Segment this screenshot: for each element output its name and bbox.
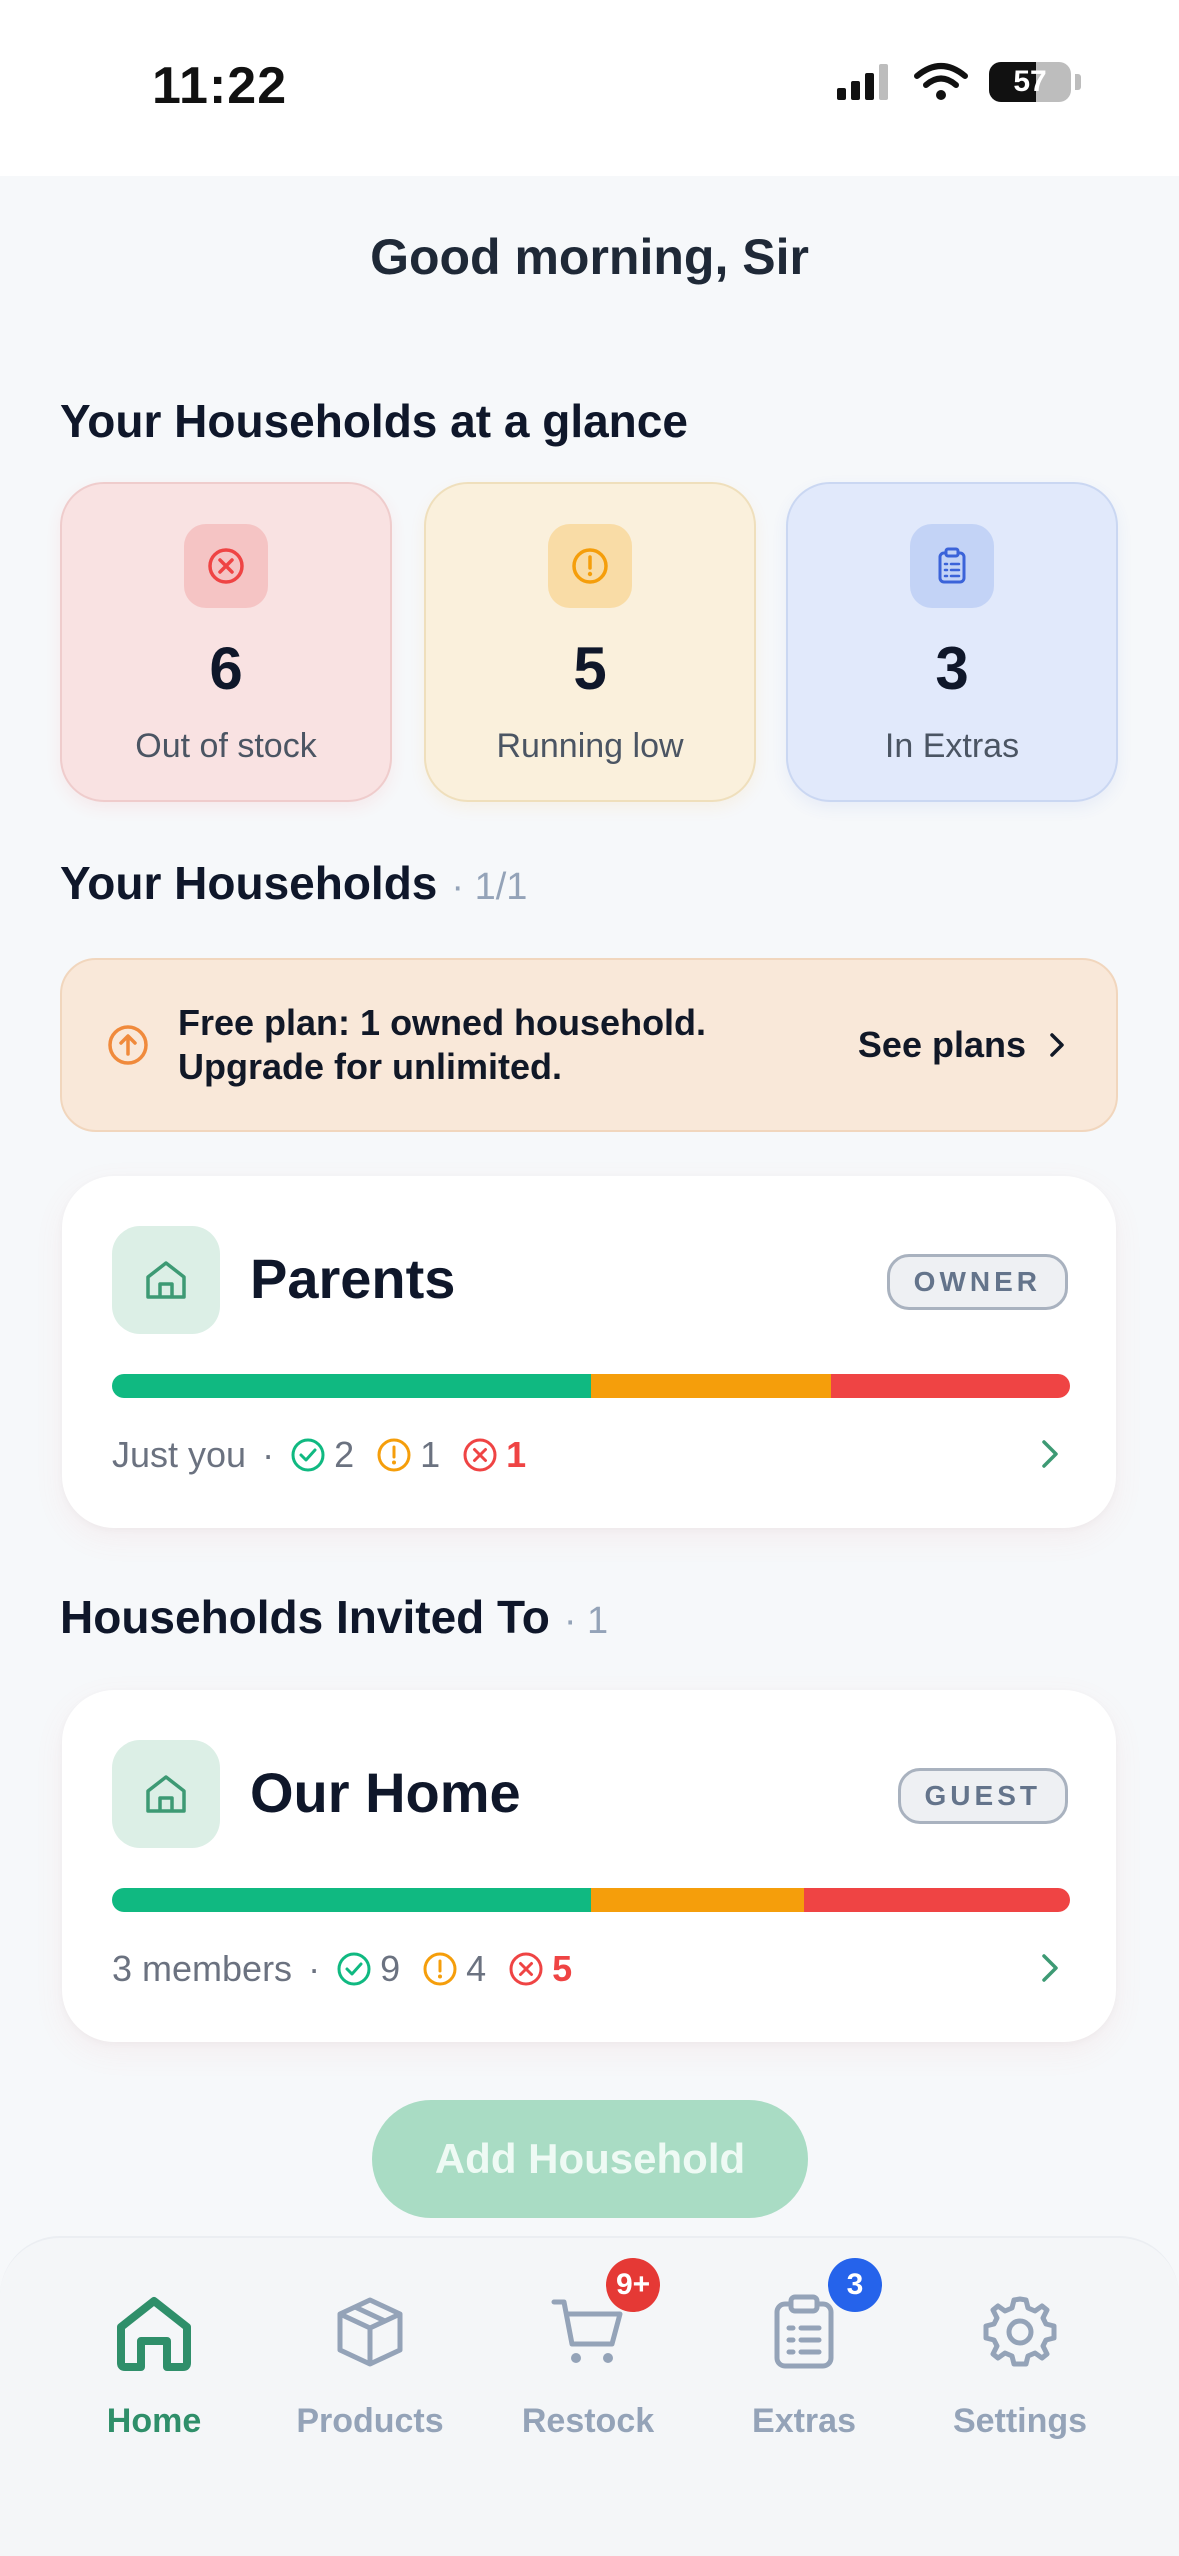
box-icon	[337, 2297, 403, 2367]
household-avatar	[112, 1226, 220, 1334]
restock-badge: 9+	[606, 2258, 661, 2312]
invited-title: Households Invited To · 1	[60, 1591, 609, 1643]
banner-text: Free plan: 1 owned household. Upgrade fo…	[178, 1002, 707, 1087]
stat-label: Running low	[496, 727, 684, 765]
x-circle-icon	[509, 1952, 543, 1986]
chevron-right-icon	[1050, 1033, 1064, 1057]
household-avatar	[112, 1740, 220, 1848]
status-time: 11:22	[152, 57, 288, 115]
alert-circle-icon	[572, 548, 608, 584]
stock-bar	[112, 1374, 1070, 1398]
add-household-button[interactable]: Add Household	[372, 2100, 808, 2218]
stock-bar	[112, 1888, 1070, 1912]
extras-badge: 3	[828, 2258, 882, 2312]
household-card-parents[interactable]: Parents OWNER Just you · 2 1 1	[62, 1176, 1116, 1528]
home-icon	[146, 1775, 186, 1813]
stat-label: In Extras	[884, 727, 1020, 765]
invited-count: · 1	[563, 1600, 609, 1642]
arrow-up-circle-icon	[108, 1025, 148, 1065]
household-name: Parents	[250, 1247, 456, 1310]
x-circle-icon	[208, 548, 244, 584]
members-label: Just you	[112, 1434, 247, 1475]
battery-indicator: 57	[989, 62, 1071, 102]
tab-extras[interactable]: 3 Extras	[704, 2258, 904, 2441]
stat-value: 3	[935, 635, 969, 702]
household-meta: 3 members · 9 4 5	[112, 1948, 573, 1989]
low-count: 4	[466, 1948, 487, 1989]
see-plans-button[interactable]: See plans	[858, 1024, 1066, 1066]
stat-value: 6	[209, 635, 243, 702]
stat-card-out-of-stock[interactable]: 6 Out of stock	[60, 482, 392, 802]
chevron-right-icon	[1042, 1440, 1058, 1468]
household-name: Our Home	[250, 1761, 521, 1824]
household-meta: Just you · 2 1 1	[112, 1434, 527, 1475]
chevron-right-icon	[1042, 1954, 1058, 1982]
x-circle-icon	[463, 1438, 497, 1472]
tab-bar: Home Products 9+ Restock 3 Extras Settin…	[0, 2236, 1179, 2556]
signal-icon	[837, 64, 888, 100]
out-count: 1	[506, 1434, 527, 1475]
tab-products[interactable]: Products	[270, 2284, 470, 2441]
household-card-our-home[interactable]: Our Home GUEST 3 members · 9 4 5	[62, 1690, 1116, 2042]
clipboard-icon	[774, 2294, 834, 2369]
status-icons: 57	[837, 62, 1081, 102]
clipboard-icon	[938, 547, 966, 584]
check-circle-icon	[337, 1952, 371, 1986]
role-badge: OWNER	[886, 1254, 1068, 1310]
members-label: 3 members	[112, 1948, 293, 1989]
stat-card-running-low[interactable]: 5 Running low	[424, 482, 756, 802]
alert-circle-icon	[377, 1438, 411, 1472]
check-circle-icon	[291, 1438, 325, 1472]
greeting: Good morning, Sir	[370, 229, 809, 285]
out-count: 5	[552, 1948, 573, 1989]
wifi-icon	[914, 63, 968, 100]
households-count: · 1/1	[451, 866, 528, 908]
stat-card-in-extras[interactable]: 3 In Extras	[786, 482, 1118, 802]
stat-value: 5	[573, 635, 607, 702]
gear-icon	[983, 2296, 1057, 2367]
in-stock-count: 2	[334, 1434, 355, 1475]
in-stock-count: 9	[380, 1948, 401, 1989]
status-bar: 11:22 57	[0, 0, 1179, 176]
stat-label: Out of stock	[135, 727, 317, 765]
upgrade-banner: Free plan: 1 owned household. Upgrade fo…	[60, 958, 1118, 1132]
alert-circle-icon	[423, 1952, 457, 1986]
households-title: Your Households · 1/1	[60, 857, 528, 909]
home-icon	[146, 1261, 186, 1299]
tab-settings[interactable]: Settings	[920, 2284, 1120, 2441]
glance-title: Your Households at a glance	[60, 395, 688, 447]
role-badge: GUEST	[897, 1768, 1068, 1824]
home-icon	[117, 2297, 191, 2371]
tab-home[interactable]: Home	[54, 2284, 254, 2441]
tab-restock[interactable]: 9+ Restock	[488, 2258, 688, 2441]
low-count: 1	[420, 1434, 441, 1475]
